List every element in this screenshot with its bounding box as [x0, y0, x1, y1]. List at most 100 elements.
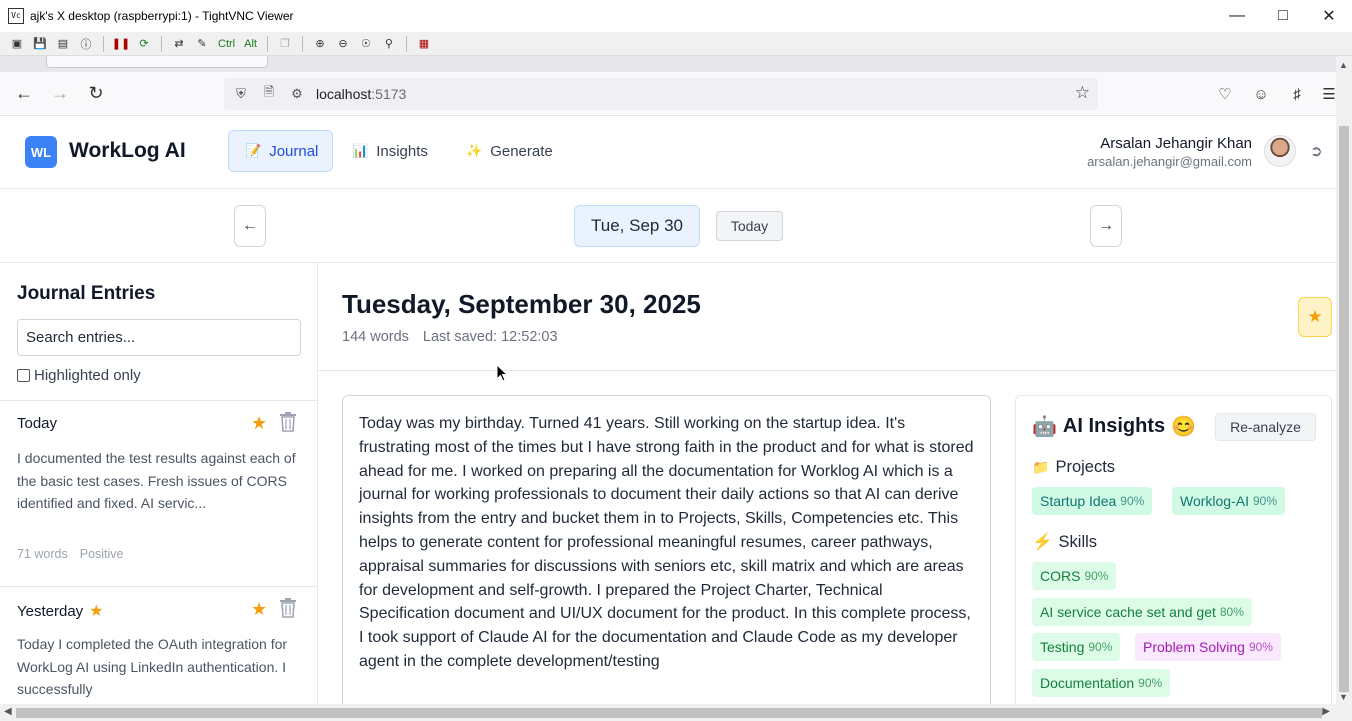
zoom-out-icon[interactable]: ⊖: [334, 35, 352, 53]
scroll-right-icon[interactable]: ▶: [1322, 706, 1330, 717]
copy-icon[interactable]: ❐: [276, 35, 294, 53]
highlighted-checkbox[interactable]: [17, 369, 30, 382]
maximize-button[interactable]: □: [1260, 0, 1306, 32]
journal-sidebar: Journal Entries Highlighted only Today ★…: [0, 263, 318, 704]
project-tag[interactable]: Worklog-AI 90%: [1172, 487, 1286, 515]
lightning-icon: ⚡: [1032, 533, 1053, 551]
last-saved: Last saved: 12:52:03: [422, 329, 558, 345]
reload-icon[interactable]: ↻: [78, 76, 114, 112]
pause-icon[interactable]: ❚❚: [112, 35, 130, 53]
options-icon[interactable]: ▤: [54, 35, 72, 53]
info-icon[interactable]: ⓘ: [77, 35, 95, 53]
tab-label: Generate: [490, 142, 553, 160]
skill-tag[interactable]: Testing 90%: [1032, 633, 1121, 661]
tab-insights[interactable]: 📊 Insights: [336, 130, 444, 172]
close-window-button[interactable]: ✕: [1306, 0, 1352, 32]
ai-insights-title: 🤖 AI Insights 😊: [1032, 415, 1197, 438]
list-item[interactable]: Yesterday ★ ★ Today I completed the OAut…: [0, 587, 317, 704]
list-item[interactable]: Today ★ I documented the test results ag…: [0, 401, 317, 587]
vnc-app-icon: Vc: [8, 8, 24, 24]
project-tag[interactable]: Startup Idea 90%: [1032, 487, 1153, 515]
avatar[interactable]: [1264, 135, 1296, 167]
app-header: WL WorkLog AI 📝 Journal 📊 Insights ✨ Gen…: [0, 116, 1336, 189]
previous-day-button[interactable]: ←: [234, 205, 266, 247]
menu-icon[interactable]: ☰: [1322, 83, 1336, 105]
projects-heading: 📁 Projects: [1032, 458, 1116, 476]
horizontal-scrollbar[interactable]: ◀ ▶: [0, 704, 1352, 721]
clipboard-icon[interactable]: ✎: [193, 35, 211, 53]
tab-label: Journal: [269, 142, 319, 160]
zoom-in-icon[interactable]: ⊕: [311, 35, 329, 53]
highlight-star-button[interactable]: ★: [1298, 297, 1332, 337]
new-connection-icon[interactable]: ▣: [8, 35, 26, 53]
word-count: 144 words: [342, 329, 409, 345]
highlighted-label: Highlighted only: [34, 367, 141, 384]
zoom-fit-icon[interactable]: ☉: [357, 35, 375, 53]
star-icon[interactable]: ★: [251, 413, 267, 434]
browser-tab-strip: [0, 56, 1336, 72]
tab-label: Insights: [376, 142, 428, 160]
url-text[interactable]: localhost:5173: [316, 86, 406, 102]
reanalyze-button[interactable]: Re-analyze: [1215, 413, 1316, 441]
entry-preview: Today I completed the OAuth integration …: [17, 636, 288, 697]
skill-tag[interactable]: AI service cache set and get 80%: [1032, 598, 1252, 626]
memo-icon: 📝: [245, 143, 262, 158]
entry-preview: I documented the test results against ea…: [17, 450, 296, 511]
entry-meta: 71 words Positive: [17, 547, 124, 561]
scroll-thumb[interactable]: [1339, 126, 1349, 692]
sidebar-title: Journal Entries: [17, 283, 156, 304]
entry-header: Tuesday, September 30, 2025 144 words La…: [318, 263, 1336, 371]
fullscreen-icon[interactable]: ▦: [415, 35, 433, 53]
browser-nav-bar: ← → ↻ ⛨ 🗎 ⚙ localhost:5173 ☆ ♡ ☺ ♯ ☰: [0, 72, 1336, 116]
ctrl-key-button[interactable]: Ctrl: [216, 38, 237, 50]
entry-sentiment: Positive: [79, 547, 124, 561]
scroll-thumb[interactable]: [16, 708, 1322, 718]
tab-journal[interactable]: 📝 Journal: [228, 130, 333, 172]
minimize-button[interactable]: —: [1214, 0, 1260, 32]
refresh-icon[interactable]: ⟳: [135, 35, 153, 53]
permissions-icon[interactable]: ⚙: [286, 83, 308, 105]
bar-chart-icon: 📊: [352, 143, 369, 158]
page-title: Tuesday, September 30, 2025: [342, 289, 701, 319]
pocket-icon[interactable]: ♡: [1214, 83, 1236, 105]
current-date-button[interactable]: Tue, Sep 30: [574, 205, 700, 247]
shield-icon[interactable]: ⛨: [230, 83, 252, 105]
user-name: Arsalan Jehangir Khan: [1100, 135, 1252, 152]
journal-editor[interactable]: Today was my birthday. Turned 41 years. …: [342, 395, 991, 704]
account-icon[interactable]: ☺: [1250, 83, 1272, 105]
zoom-auto-icon[interactable]: ⚲: [380, 35, 398, 53]
scroll-down-icon[interactable]: ▼: [1339, 692, 1348, 702]
page-icon: 🗎: [263, 84, 275, 99]
entry-word-count: 71 words: [17, 547, 68, 561]
tab-generate[interactable]: ✨ Generate: [450, 130, 569, 172]
skill-tag[interactable]: CORS 90%: [1032, 562, 1117, 590]
scroll-up-icon[interactable]: ▲: [1339, 60, 1348, 70]
date-navigation: ← Tue, Sep 30 Today →: [0, 189, 1336, 263]
ai-insights-panel: 🤖 AI Insights 😊 Re-analyze 📁 Projects St…: [1015, 395, 1332, 704]
back-arrow-icon[interactable]: ←: [6, 76, 42, 112]
mouse-cursor-icon: [496, 364, 508, 382]
save-icon[interactable]: 💾: [31, 35, 49, 53]
skill-tag[interactable]: Problem Solving 90%: [1135, 633, 1281, 661]
search-input[interactable]: [17, 319, 301, 356]
alt-key-button[interactable]: Alt: [242, 38, 259, 50]
forward-arrow-icon[interactable]: →: [42, 76, 78, 112]
skill-tag[interactable]: Documentation 90%: [1032, 669, 1171, 697]
scroll-left-icon[interactable]: ◀: [4, 706, 12, 717]
vertical-scrollbar[interactable]: ▲ ▼: [1336, 56, 1352, 704]
trash-icon[interactable]: [279, 598, 297, 618]
url-bar[interactable]: ⛨ 🗎 ⚙ localhost:5173 ☆: [224, 78, 1098, 110]
today-button[interactable]: Today: [716, 211, 783, 241]
logout-icon[interactable]: ➲: [1310, 142, 1323, 160]
browser-tab[interactable]: [46, 56, 268, 68]
extensions-icon[interactable]: ♯: [1286, 83, 1308, 105]
trash-icon[interactable]: [279, 412, 297, 432]
logo-badge: WL: [25, 136, 57, 168]
bookmark-star-icon[interactable]: ☆: [1075, 83, 1090, 103]
highlighted-only-filter[interactable]: Highlighted only: [17, 367, 141, 384]
transfer-icon[interactable]: ⇄: [170, 35, 188, 53]
smile-icon: 😊: [1171, 416, 1197, 438]
entry-title: Today: [17, 415, 58, 432]
star-icon[interactable]: ★: [251, 599, 267, 620]
next-day-button[interactable]: →: [1090, 205, 1122, 247]
